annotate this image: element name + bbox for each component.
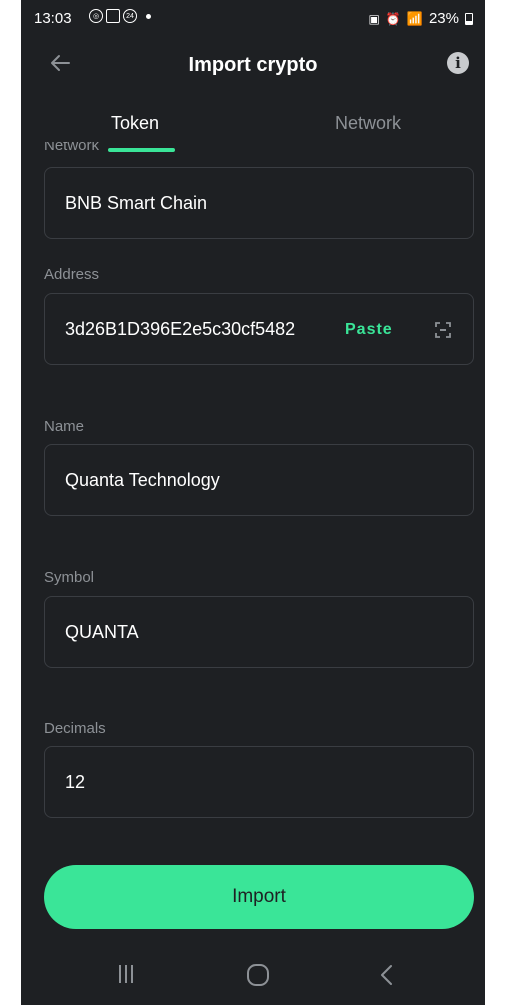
- lock-icon: ▣: [368, 11, 380, 26]
- decimals-value: 12: [65, 772, 86, 792]
- network-field[interactable]: BNB Smart Chain: [44, 167, 474, 239]
- system-nav-bar: [21, 948, 485, 1005]
- page-title: Import crypto: [188, 54, 318, 76]
- active-tab-indicator: [108, 148, 175, 152]
- import-button[interactable]: Import: [44, 865, 474, 929]
- battery-icon: [465, 12, 473, 25]
- tab-token[interactable]: Token: [111, 113, 159, 134]
- calendar-notification-icon: 24: [123, 9, 137, 23]
- info-icon[interactable]: i: [447, 52, 469, 74]
- app-screen: 13:03 ◎ 24 ▣ ⏰ 📶 23% Import crypto i Tok…: [21, 0, 485, 1005]
- wifi-icon: 📶: [406, 10, 423, 26]
- more-notifications-dot-icon: [146, 13, 151, 19]
- address-value: 3d26B1D396E2e5c30cf5482: [65, 319, 296, 339]
- battery-percent: 23%: [428, 10, 459, 27]
- alarm-icon: ⏰: [385, 11, 401, 26]
- paste-button[interactable]: Paste: [345, 321, 393, 339]
- network-label: Network: [44, 142, 99, 150]
- name-field[interactable]: Quanta Technology: [44, 444, 474, 516]
- name-value: Quanta Technology: [65, 470, 220, 490]
- decimals-label: Decimals: [44, 720, 106, 737]
- app-header: Import crypto i: [21, 44, 485, 84]
- network-value: BNB Smart Chain: [65, 193, 208, 213]
- status-time: 13:03: [34, 10, 72, 27]
- status-right: ▣ ⏰ 📶 23%: [368, 10, 473, 27]
- scan-icon[interactable]: [435, 322, 451, 338]
- chevron-left-icon[interactable]: [379, 963, 395, 987]
- symbol-value: QUANTA: [65, 622, 139, 642]
- tab-network[interactable]: Network: [335, 113, 401, 134]
- address-field[interactable]: 3d26B1D396E2e5c30cf5482 Paste: [44, 293, 474, 365]
- home-icon[interactable]: [246, 963, 270, 987]
- decimals-field[interactable]: 12: [44, 746, 474, 818]
- symbol-label: Symbol: [44, 569, 95, 586]
- name-label: Name: [44, 418, 85, 435]
- recents-icon[interactable]: [117, 963, 135, 985]
- notification-icons: ◎ 24: [89, 9, 151, 23]
- symbol-field[interactable]: QUANTA: [44, 596, 474, 668]
- notification-app-icon: ◎: [89, 9, 103, 23]
- gallery-notification-icon: [106, 9, 120, 23]
- address-label: Address: [44, 266, 100, 283]
- status-bar: 13:03 ◎ 24 ▣ ⏰ 📶 23%: [21, 0, 485, 36]
